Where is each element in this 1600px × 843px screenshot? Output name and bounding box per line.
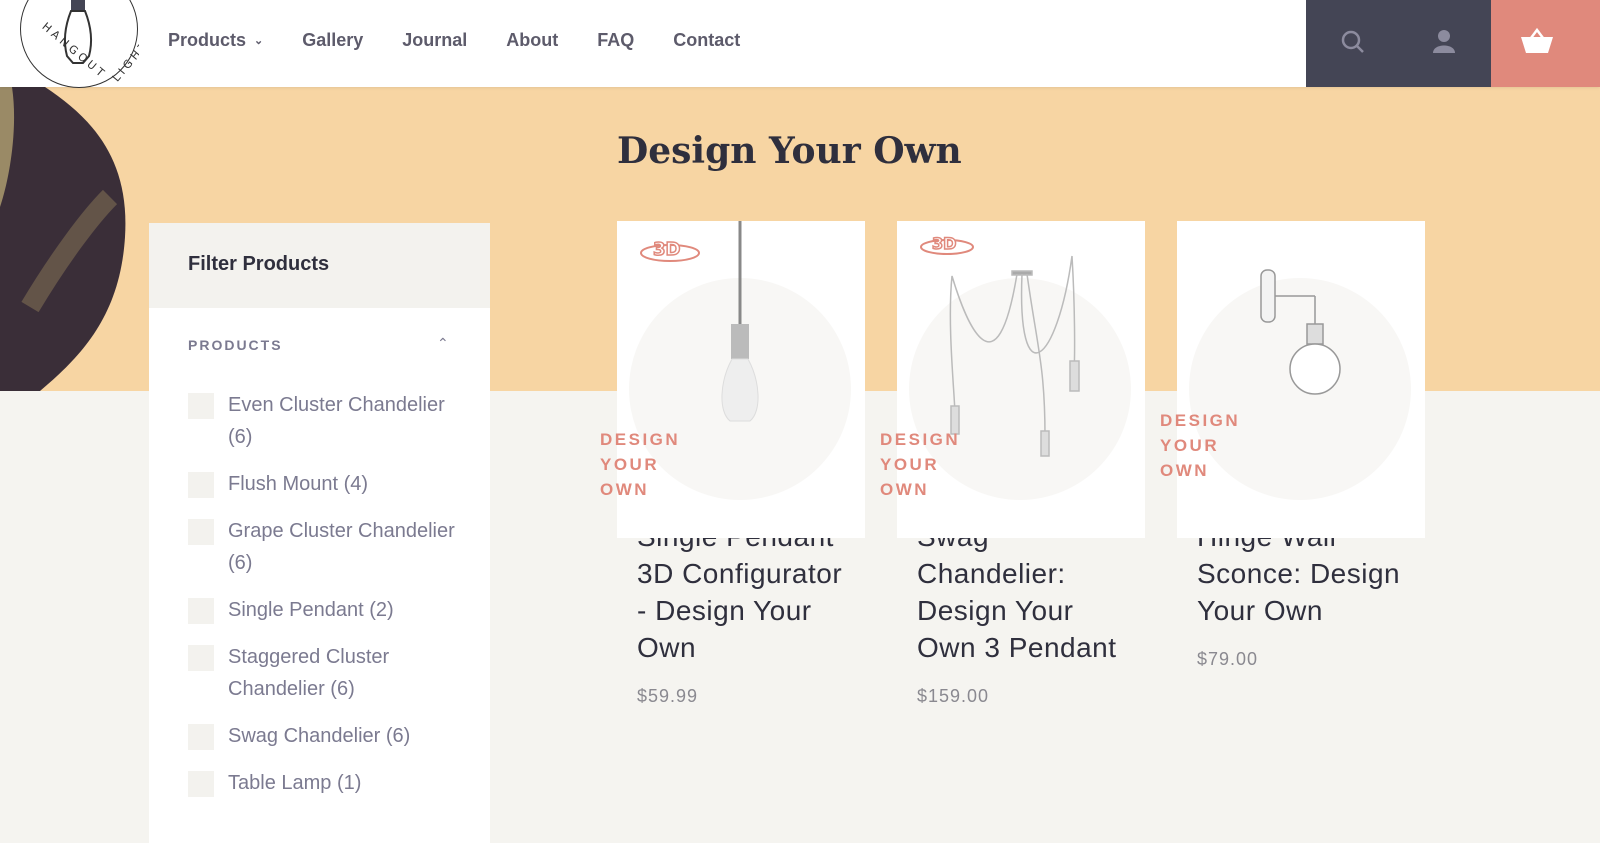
nav-journal[interactable]: Journal	[402, 30, 467, 51]
design-your-own-label: DESIGN YOUR OWN	[600, 430, 681, 499]
product-price: $59.99	[637, 686, 699, 706]
logo[interactable]: H A N G O U T L I G H T I N G	[20, 0, 139, 88]
product-name[interactable]: Single Pendant 3D Configurator - Design …	[617, 518, 865, 666]
svg-text:L I G H T I N G: L I G H T I N G	[110, 17, 139, 85]
filter-sidebar: Filter Products PRODUCTS ⌃ Even Cluster …	[149, 223, 490, 843]
checkbox[interactable]	[188, 598, 214, 624]
filter-section-products[interactable]: PRODUCTS	[188, 337, 283, 353]
wall-sconce-image	[1260, 269, 1341, 395]
product-card[interactable]: 3D DESIGN YOUR OWN Single Pendant 3D Con…	[600, 221, 865, 707]
leaf-image	[0, 87, 126, 391]
site-header: H A N G O U T L I G H T I N G Products ⌄ …	[0, 0, 1600, 88]
product-name[interactable]: Swag Chandelier: Design Your Own 3 Penda…	[897, 518, 1145, 666]
product-image[interactable]: DESIGN YOUR OWN	[1160, 221, 1425, 538]
design-your-own-label: DESIGN YOUR OWN	[1160, 411, 1241, 480]
checkbox[interactable]	[188, 472, 214, 498]
filter-title: Filter Products	[149, 223, 490, 308]
nav-gallery[interactable]: Gallery	[302, 30, 363, 51]
nav-products[interactable]: Products ⌄	[168, 30, 263, 51]
filter-option[interactable]: Flush Mount (4)	[188, 472, 458, 500]
nav-faq[interactable]: FAQ	[597, 30, 634, 51]
nav-about[interactable]: About	[506, 30, 558, 51]
chevron-up-icon[interactable]: ⌃	[437, 335, 449, 352]
product-price: $159.00	[917, 686, 990, 706]
product-price: $79.00	[1197, 649, 1259, 669]
filter-option[interactable]: Single Pendant (2)	[188, 598, 458, 626]
product-card[interactable]: DESIGN YOUR OWN Hinge Wall Sconce: Desig…	[1160, 221, 1425, 670]
option-label: Even Cluster Chandelier (6)	[228, 394, 445, 448]
option-label: Flush Mount (4)	[228, 473, 369, 495]
checkbox[interactable]	[188, 771, 214, 797]
pendant-lamp-image	[721, 221, 759, 422]
main-nav: Products ⌄ Gallery Journal About FAQ Cont…	[168, 30, 779, 51]
svg-text:3D: 3D	[653, 239, 680, 260]
nav-contact[interactable]: Contact	[673, 30, 740, 51]
chevron-down-icon: ⌄	[254, 35, 264, 47]
filter-option[interactable]: Swag Chandelier (6)	[188, 724, 458, 752]
checkbox[interactable]	[188, 724, 214, 750]
option-label: Single Pendant (2)	[228, 599, 394, 621]
design-your-own-label: DESIGN YOUR OWN	[880, 430, 961, 499]
cart-button[interactable]	[1491, 0, 1600, 87]
header-icons	[1306, 0, 1491, 87]
checkbox[interactable]	[188, 645, 214, 671]
filter-option[interactable]: Grape Cluster Chandelier (6)	[188, 519, 458, 579]
user-icon[interactable]	[1432, 29, 1456, 55]
option-label: Table Lamp (1)	[228, 772, 362, 794]
filter-option[interactable]: Staggered Cluster Chandelier (6)	[188, 645, 458, 705]
search-icon[interactable]	[1340, 29, 1366, 55]
checkbox[interactable]	[188, 519, 214, 545]
3d-badge-icon: 3D	[640, 238, 700, 262]
basket-icon	[1521, 27, 1553, 53]
page-title: Design Your Own	[617, 130, 962, 172]
filter-option[interactable]: Even Cluster Chandelier (6)	[188, 393, 458, 453]
filter-option[interactable]: Table Lamp (1)	[188, 771, 458, 799]
product-image[interactable]: 3D DESIGN YOUR OWN	[600, 221, 865, 538]
option-label: Grape Cluster Chandelier (6)	[228, 520, 455, 574]
product-image[interactable]: 3D DESIGN YOUR OWN	[880, 221, 1145, 538]
option-label: Staggered Cluster Chandelier (6)	[228, 646, 390, 700]
option-label: Swag Chandelier (6)	[228, 725, 411, 747]
product-card[interactable]: 3D DESIGN YOUR OWN Swag Chandelier: Desi…	[880, 221, 1145, 707]
checkbox[interactable]	[188, 393, 214, 419]
nav-label: Products	[168, 30, 247, 50]
svg-text:H A N G O U T: H A N G O U T	[39, 20, 107, 80]
